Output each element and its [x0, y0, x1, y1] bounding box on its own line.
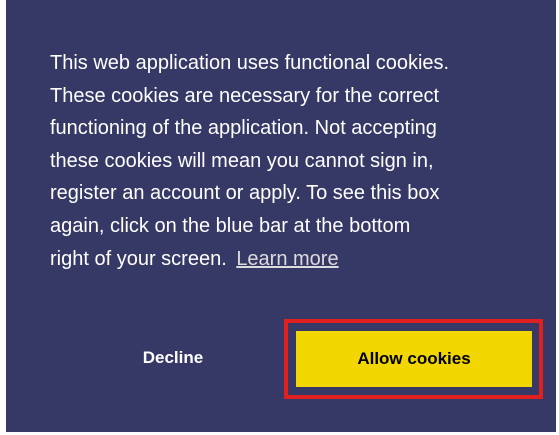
cookie-message-line-2: These cookies are necessary for the corr…: [50, 84, 440, 107]
cookie-consent-banner: This web application uses functional coo…: [6, 0, 556, 432]
cookie-message: This web application uses functional coo…: [50, 47, 540, 275]
cookie-message-line-5: register an account or apply. To see thi…: [50, 182, 440, 205]
learn-more-link[interactable]: Learn more: [236, 248, 338, 270]
cookie-message-line-3: functioning of the application. Not acce…: [50, 117, 437, 140]
cookie-message-line-6: again, click on the blue bar at the bott…: [50, 214, 411, 237]
cookie-actions: Decline Allow cookies: [6, 319, 556, 399]
decline-button[interactable]: Decline: [98, 336, 248, 380]
allow-cookies-button[interactable]: Allow cookies: [296, 331, 532, 387]
cookie-message-line-7: right of your screen.: [50, 247, 227, 270]
cookie-message-line-4: these cookies will mean you cannot sign …: [50, 149, 434, 172]
cookie-message-line-1: This web application uses functional coo…: [50, 52, 450, 74]
